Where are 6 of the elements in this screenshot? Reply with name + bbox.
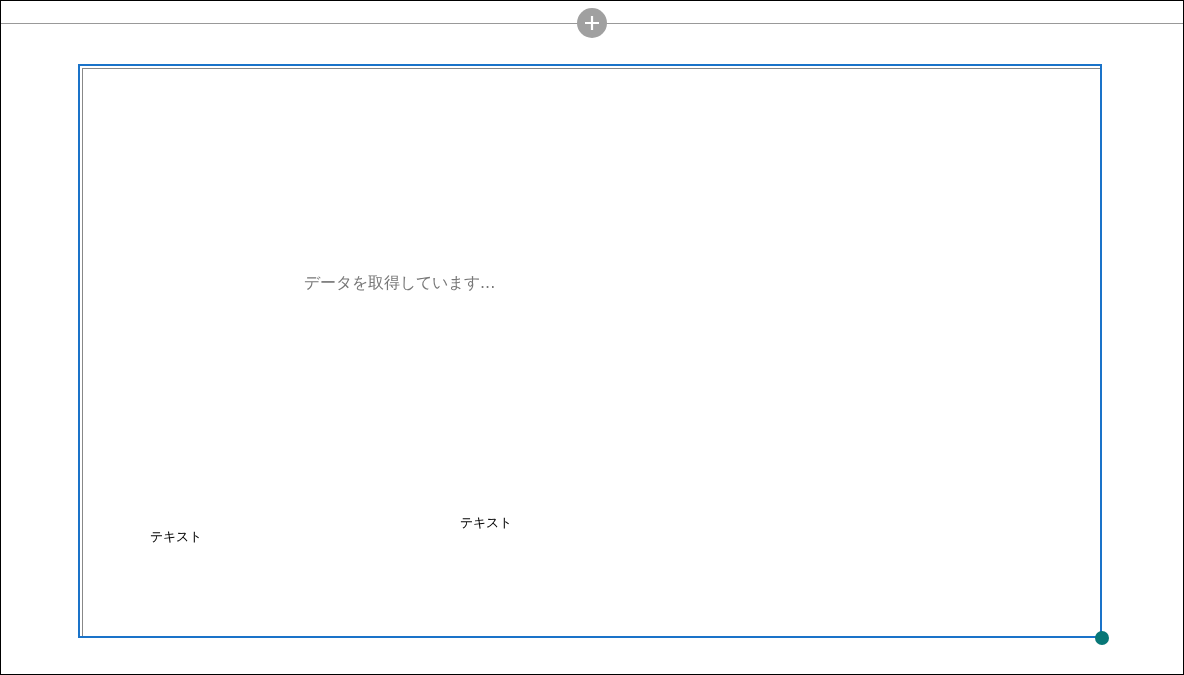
gallery-selection-frame[interactable]: データを取得しています... テキスト テキスト <box>78 64 1102 638</box>
text-label[interactable]: テキスト <box>150 528 202 546</box>
loading-message: データを取得しています... <box>304 273 496 294</box>
add-icon[interactable] <box>577 8 607 38</box>
resize-handle[interactable] <box>1095 631 1109 645</box>
text-label[interactable]: テキスト <box>460 514 512 532</box>
